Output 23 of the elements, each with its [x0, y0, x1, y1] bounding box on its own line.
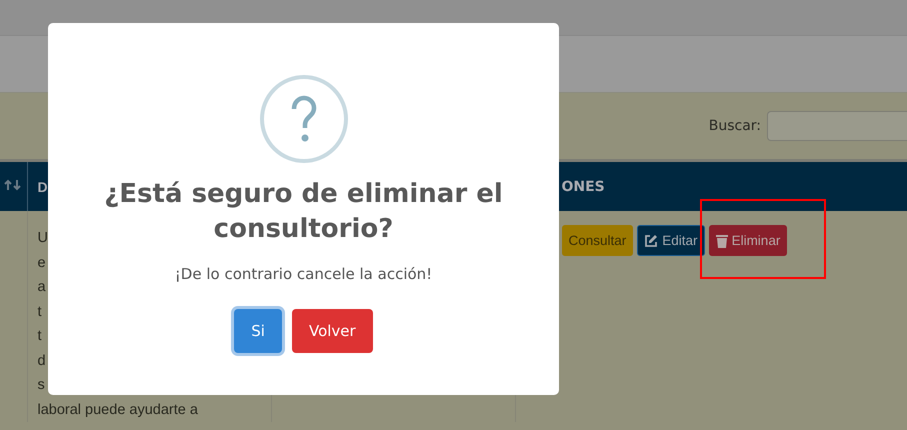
description-text: U: [38, 229, 48, 248]
question-icon: [260, 75, 348, 163]
dialog-title: ¿Está seguro de eliminar el consultorio?: [103, 178, 504, 246]
column-header: D: [38, 178, 48, 194]
edit-button[interactable]: Editar: [637, 225, 705, 256]
edit-icon: [644, 234, 658, 248]
trash-icon: [716, 234, 728, 248]
description-text: e: [38, 254, 46, 272]
cancel-button[interactable]: Volver: [292, 309, 373, 353]
description-text: t: [38, 302, 42, 322]
delete-button[interactable]: Eliminar: [708, 225, 788, 256]
search-field[interactable]: [767, 111, 907, 141]
consult-button[interactable]: Consultar: [562, 225, 634, 256]
dialog-message: ¡De lo contrario cancele la acción!: [174, 265, 432, 283]
description-text: t: [38, 327, 42, 346]
sort-icon[interactable]: [4, 178, 22, 190]
description-text: s: [38, 376, 45, 395]
search-label: Buscar:: [708, 118, 761, 134]
confirm-button[interactable]: Si: [234, 309, 282, 353]
column-header: ONES: [562, 178, 605, 194]
description-text: d: [38, 352, 46, 370]
description-text: laboral puede ayudarte a: [38, 400, 198, 420]
description-text: a: [38, 278, 46, 297]
